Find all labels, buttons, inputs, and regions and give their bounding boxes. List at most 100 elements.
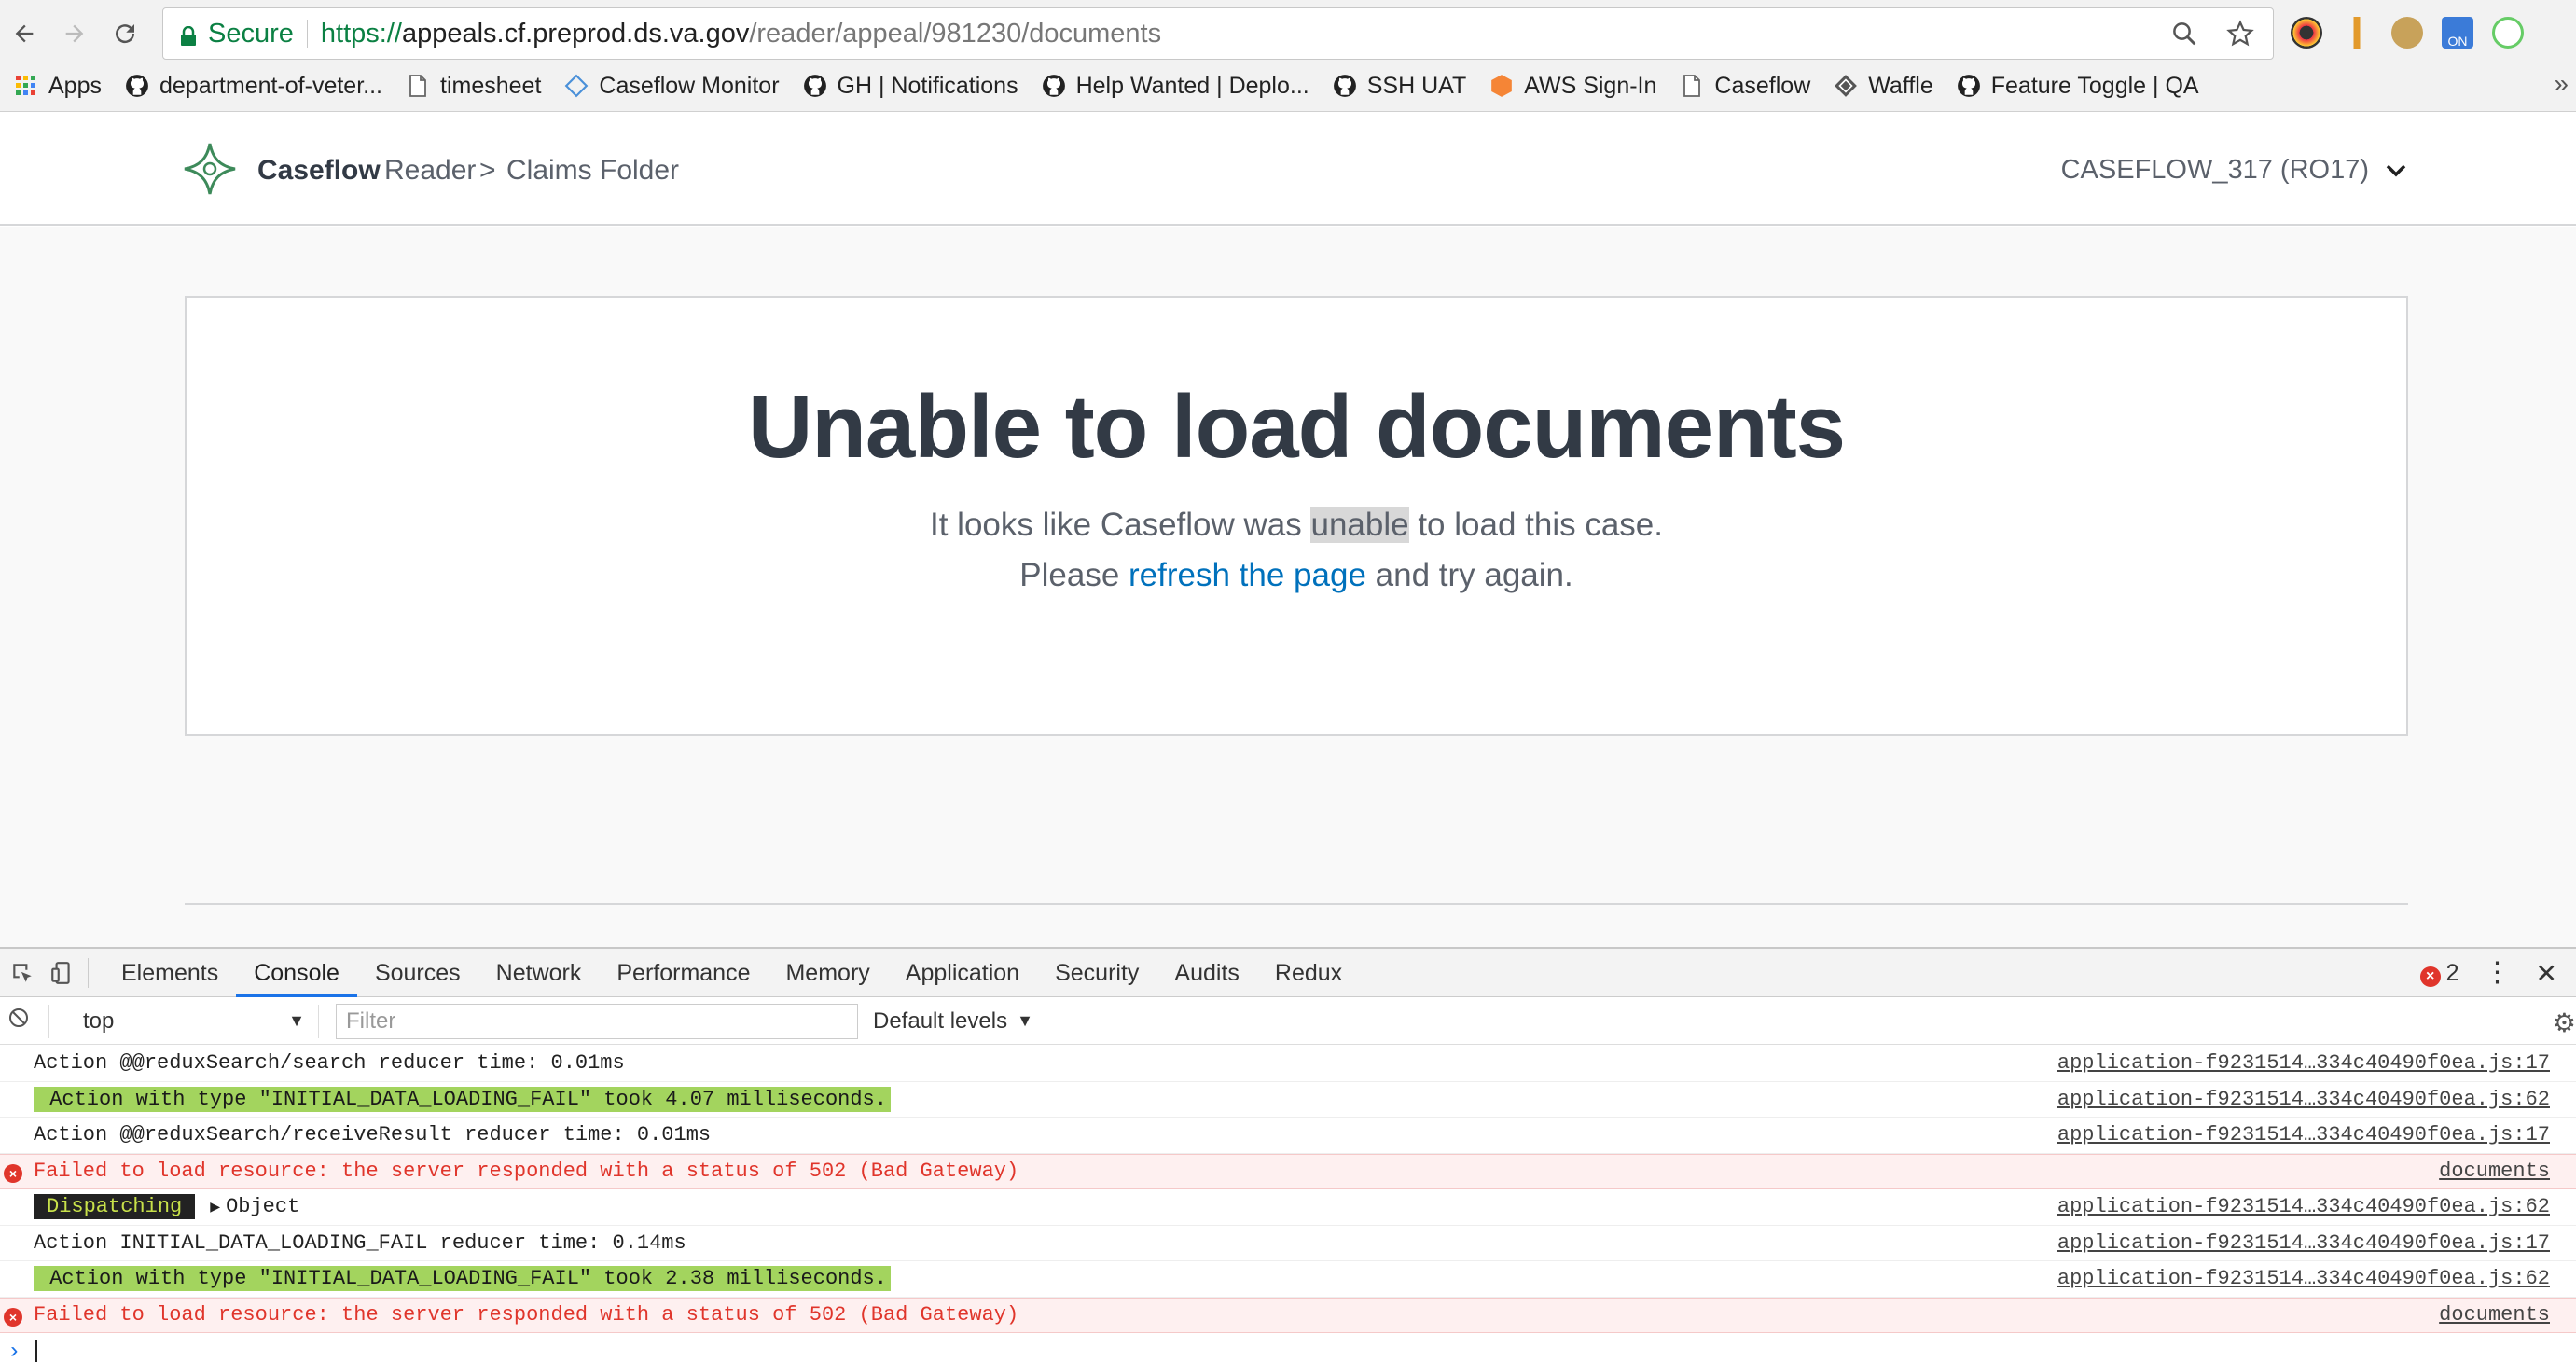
waffle-icon bbox=[1833, 73, 1859, 99]
console-filter-input[interactable]: Filter bbox=[336, 1003, 858, 1039]
tab-network[interactable]: Network bbox=[478, 949, 600, 997]
tab-performance[interactable]: Performance bbox=[599, 949, 768, 997]
bookmark-item[interactable]: AWS Sign-In bbox=[1489, 73, 1656, 100]
bookmarks-bar: Apps department-of-veter... timesheet Casef… bbox=[0, 65, 2576, 106]
log-source-link[interactable]: documents bbox=[2439, 1160, 2550, 1183]
log-source-link[interactable]: application-f9231514…334c40490f0ea.js:17 bbox=[2057, 1051, 2550, 1075]
bookmark-label: Caseflow Monitor bbox=[599, 72, 780, 99]
log-source-link[interactable]: application-f9231514…334c40490f0ea.js:62 bbox=[2057, 1088, 2550, 1111]
log-source-link[interactable]: documents bbox=[2439, 1303, 2550, 1327]
log-source-link[interactable]: application-f9231514…334c40490f0ea.js:17 bbox=[2057, 1231, 2550, 1255]
lock-icon bbox=[180, 23, 197, 46]
bookmark-star-icon[interactable] bbox=[2226, 20, 2254, 55]
console-prompt[interactable]: › bbox=[0, 1333, 2576, 1362]
console-log-row: Dispatching ▶ Object application-f9231514…… bbox=[0, 1189, 2576, 1226]
brand-name[interactable]: Caseflow bbox=[257, 155, 381, 187]
error-card: Unable to load documents It looks like C… bbox=[185, 296, 2408, 736]
tab-redux[interactable]: Redux bbox=[1257, 949, 1360, 997]
more-options-icon[interactable]: ⋮ bbox=[2484, 959, 2512, 987]
error-circle-icon: × bbox=[4, 1307, 22, 1327]
bookmark-item[interactable]: department-of-veter... bbox=[124, 73, 382, 100]
bookmark-label: timesheet bbox=[440, 72, 542, 99]
log-levels-label: Default levels bbox=[873, 1008, 1008, 1034]
zoom-icon[interactable] bbox=[2170, 20, 2198, 55]
bookmarks-more-icon[interactable]: » bbox=[2554, 69, 2569, 99]
github-icon bbox=[124, 73, 150, 99]
console-error-row: × Failed to load resource: the server res… bbox=[0, 1297, 2576, 1333]
tab-elements[interactable]: Elements bbox=[104, 949, 236, 997]
bookmark-label: Caseflow bbox=[1714, 72, 1811, 99]
github-icon bbox=[1041, 73, 1067, 99]
tab-audits[interactable]: Audits bbox=[1156, 949, 1256, 997]
caseflow-logo-icon[interactable] bbox=[181, 140, 239, 198]
extension-color-picker-icon[interactable] bbox=[2291, 17, 2322, 49]
device-toolbar-icon[interactable] bbox=[45, 956, 78, 990]
tab-memory[interactable]: Memory bbox=[768, 949, 887, 997]
user-name: CASEFLOW_317 (RO17) bbox=[2060, 155, 2369, 185]
extension-toggle-icon[interactable]: ON bbox=[2442, 17, 2473, 49]
bookmark-item[interactable]: Waffle bbox=[1833, 72, 1933, 100]
address-bar[interactable]: Secure https:// appeals.cf.preprod.ds.va… bbox=[162, 7, 2274, 60]
bookmark-label: SSH UAT bbox=[1366, 72, 1467, 99]
bookmark-item[interactable]: Apps bbox=[13, 73, 102, 100]
log-source-link[interactable]: application-f9231514…334c40490f0ea.js:62 bbox=[2057, 1267, 2550, 1290]
prompt-chevron-icon: › bbox=[7, 1339, 21, 1362]
log-message: Action with type "INITIAL_DATA_LOADING_F… bbox=[34, 1086, 891, 1112]
extensions-bar: ON bbox=[2291, 17, 2524, 49]
aws-icon bbox=[1489, 73, 1515, 99]
error-circle-icon: × bbox=[4, 1163, 22, 1183]
console-log-row: Action with type "INITIAL_DATA_LOADING_F… bbox=[0, 1082, 2576, 1118]
tab-application[interactable]: Application bbox=[888, 949, 1037, 997]
back-arrow-icon[interactable] bbox=[6, 15, 43, 52]
devtools-panel: Elements Console Sources Network Performance… bbox=[0, 947, 2576, 1362]
devtools-right-controls: × 2 ⋮ ✕ bbox=[2419, 949, 2557, 997]
context-selector[interactable]: top ▼ bbox=[48, 1004, 319, 1038]
expand-triangle-icon[interactable]: ▶ bbox=[210, 1197, 220, 1217]
log-message: Action @@reduxSearch/receiveResult reduc… bbox=[34, 1123, 712, 1147]
chevron-down-icon bbox=[2386, 164, 2406, 176]
page-icon bbox=[1679, 73, 1705, 99]
bookmark-item[interactable]: GH | Notifications bbox=[802, 73, 1018, 100]
bookmark-item[interactable]: Feature Toggle | QA bbox=[1956, 73, 2199, 100]
page-content: Unable to load documents It looks like C… bbox=[0, 227, 2576, 947]
bookmark-label: AWS Sign-In bbox=[1524, 72, 1657, 99]
github-icon bbox=[1956, 73, 1982, 99]
bookmark-label: department-of-veter... bbox=[159, 72, 382, 99]
error-counter[interactable]: × 2 bbox=[2419, 959, 2459, 987]
log-message[interactable]: Object bbox=[226, 1195, 299, 1218]
reload-icon[interactable] bbox=[106, 15, 144, 52]
refresh-page-link[interactable]: refresh the page bbox=[1129, 557, 1366, 593]
bookmark-item[interactable]: timesheet bbox=[405, 73, 541, 100]
forward-arrow-icon[interactable] bbox=[56, 15, 93, 52]
extension-cookie-icon[interactable] bbox=[2391, 17, 2423, 49]
console-settings-gear-icon[interactable]: ⚙ bbox=[2553, 1008, 2576, 1038]
user-dropdown[interactable]: CASEFLOW_317 (RO17) bbox=[2061, 155, 2406, 186]
inspect-element-icon[interactable] bbox=[6, 956, 39, 990]
breadcrumb-reader[interactable]: Reader bbox=[384, 155, 476, 187]
log-source-link[interactable]: application-f9231514…334c40490f0ea.js:17 bbox=[2057, 1123, 2550, 1147]
bookmark-item[interactable]: Help Wanted | Deplo... bbox=[1041, 73, 1309, 100]
tab-security[interactable]: Security bbox=[1037, 949, 1156, 997]
clear-console-icon[interactable] bbox=[7, 1007, 30, 1035]
error-message-line-1: It looks like Caseflow was unable to loa… bbox=[187, 507, 2406, 544]
console-log-row: Action @@reduxSearch/search reducer time… bbox=[0, 1046, 2576, 1082]
extension-ruler-icon[interactable] bbox=[2341, 17, 2373, 49]
omnibox-divider bbox=[306, 20, 308, 48]
tab-console[interactable]: Console bbox=[236, 949, 357, 997]
console-log-row: Action with type "INITIAL_DATA_LOADING_F… bbox=[0, 1261, 2576, 1298]
log-levels-dropdown[interactable]: Default levels ▼ bbox=[873, 1008, 1033, 1035]
tab-sources[interactable]: Sources bbox=[357, 949, 478, 997]
log-message: Failed to load resource: the server resp… bbox=[34, 1303, 1019, 1327]
page-icon bbox=[405, 73, 431, 99]
bookmark-label: Waffle bbox=[1868, 72, 1933, 99]
log-source-link[interactable]: application-f9231514…334c40490f0ea.js:62 bbox=[2057, 1195, 2550, 1218]
error-count: 2 bbox=[2445, 959, 2459, 986]
secure-label: Secure bbox=[208, 18, 294, 49]
bookmark-item[interactable]: Caseflow Monitor bbox=[563, 72, 780, 100]
bookmark-item[interactable]: Caseflow bbox=[1679, 73, 1810, 100]
toolbar-divider bbox=[88, 957, 89, 988]
bookmark-item[interactable]: SSH UAT bbox=[1332, 72, 1467, 100]
console-output: Action @@reduxSearch/search reducer time… bbox=[0, 1046, 2576, 1362]
close-devtools-icon[interactable]: ✕ bbox=[2536, 958, 2557, 989]
extension-circle-icon[interactable] bbox=[2492, 17, 2524, 49]
